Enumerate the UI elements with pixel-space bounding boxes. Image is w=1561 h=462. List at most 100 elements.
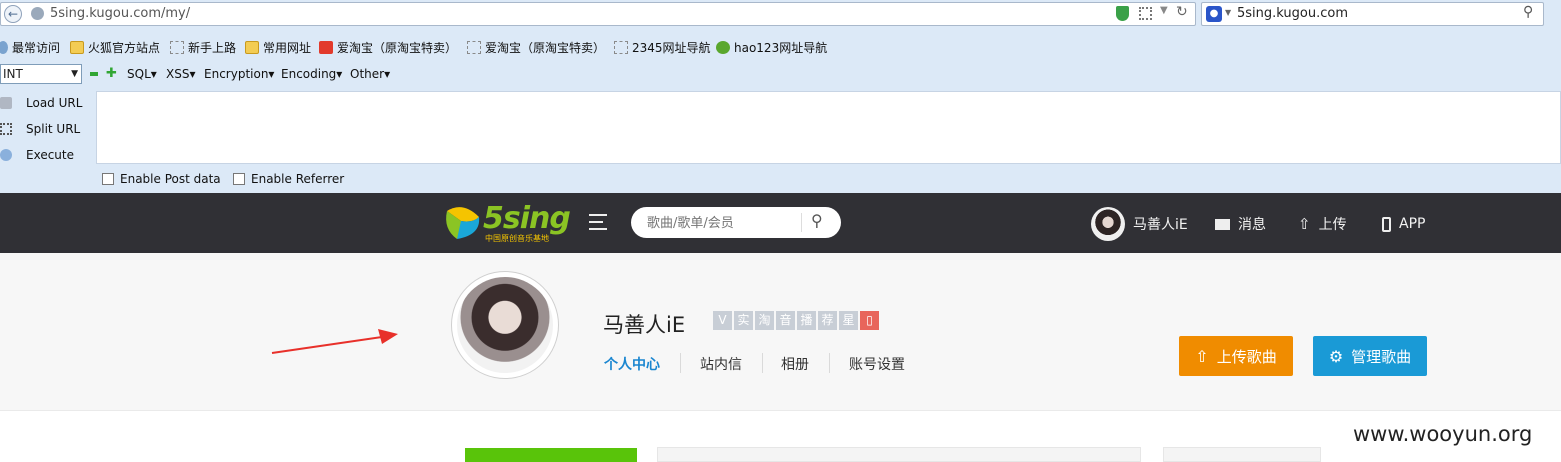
real-badge[interactable]: 实 <box>734 311 753 330</box>
upload-song-button[interactable]: ⇧ 上传歌曲 <box>1179 336 1293 376</box>
qrcode-icon[interactable] <box>1139 7 1152 20</box>
annotation-arrow <box>271 329 398 354</box>
manage-song-label: 管理歌曲 <box>1351 347 1412 366</box>
tab-divider <box>762 353 763 373</box>
bookmark-most-visited[interactable]: 最常访问 <box>0 38 60 56</box>
referrer-label: Enable Referrer <box>251 172 345 186</box>
post-data-checkbox[interactable]: Enable Post data <box>102 172 221 186</box>
taobao-badge[interactable]: 淘 <box>755 311 774 330</box>
mobile-badge[interactable]: ▯ <box>860 311 879 330</box>
site-search-box[interactable]: ⚲ <box>631 207 841 238</box>
search-icon[interactable]: ⚲ <box>1523 4 1533 20</box>
back-icon[interactable]: ← <box>4 5 22 23</box>
manage-song-button[interactable]: ⚙ 管理歌曲 <box>1313 336 1427 376</box>
bookmark-hao123[interactable]: hao123网址导航 <box>716 38 827 56</box>
vip-badge[interactable]: V <box>713 311 732 330</box>
profile-avatar[interactable] <box>452 272 558 378</box>
profile-name: 马善人iE <box>603 313 686 337</box>
page-icon <box>614 40 628 54</box>
bookmark-label: 2345网址导航 <box>632 40 711 55</box>
bookmark-label: 火狐官方站点 <box>88 40 161 55</box>
plus-icon[interactable]: ✚ <box>106 66 117 81</box>
upload-icon: ⇧ <box>1298 215 1311 233</box>
select-value: INT <box>3 67 23 81</box>
side-panel <box>1163 447 1321 462</box>
music-badge[interactable]: 音 <box>776 311 795 330</box>
hao123-icon <box>716 40 730 54</box>
bookmark-common[interactable]: 常用网址 <box>245 38 311 56</box>
avatar[interactable] <box>1091 207 1125 241</box>
bookmark-label: hao123网址导航 <box>734 40 828 55</box>
gear-icon <box>0 40 8 54</box>
search-icon[interactable]: ⚲ <box>811 211 823 230</box>
bookmark-label: 爱淘宝（原淘宝特卖） <box>485 40 606 55</box>
phone-icon <box>1382 216 1391 232</box>
site-search-input[interactable] <box>647 213 797 233</box>
bookmark-label: 最常访问 <box>12 40 61 55</box>
hackbar-select[interactable]: INT ▼ <box>0 64 82 84</box>
engine-dropdown-icon[interactable]: ▼ <box>1225 8 1231 17</box>
bookmark-aitaobao-1[interactable]: 爱淘宝（原淘宝特卖） <box>319 38 457 56</box>
menu-sql[interactable]: SQL▾ <box>127 67 157 81</box>
bookmark-firefox[interactable]: 火狐官方站点 <box>70 38 160 56</box>
hackbar-url-textarea[interactable] <box>96 91 1561 164</box>
url-text[interactable]: 5sing.kugou.com/my/ <box>50 6 190 21</box>
tab-album[interactable]: 相册 <box>781 354 809 374</box>
menu-xss[interactable]: XSS▾ <box>166 67 195 81</box>
chevron-down-icon: ▼ <box>71 69 78 79</box>
tab-personal-center[interactable]: 个人中心 <box>604 354 660 374</box>
upload-icon: ⇧ <box>1195 346 1209 366</box>
minus-icon[interactable] <box>90 72 98 76</box>
reload-icon[interactable]: ↻ <box>1176 4 1188 20</box>
nav-user-name: 马善人iE <box>1133 217 1188 233</box>
nav-user[interactable]: 马善人iE <box>1091 207 1188 241</box>
logo-leaf-icon <box>446 207 480 239</box>
bookmark-2345[interactable]: 2345网址导航 <box>614 38 711 56</box>
split-url-button[interactable]: Split URL <box>0 119 80 139</box>
nav-upload[interactable]: ⇧ 上传 <box>1298 215 1347 233</box>
nav-message-label: 消息 <box>1238 217 1266 233</box>
referrer-checkbox[interactable]: Enable Referrer <box>233 172 344 186</box>
watermark: www.wooyun.org <box>1353 422 1533 446</box>
envelope-icon <box>1215 218 1230 230</box>
logo-text: 5sing <box>483 201 571 236</box>
bookmark-label: 新手上路 <box>188 40 237 55</box>
play-icon <box>0 149 12 161</box>
upload-song-label: 上传歌曲 <box>1216 347 1277 366</box>
bookmark-label: 常用网址 <box>263 40 312 55</box>
content-panel <box>657 447 1141 462</box>
bookmark-aitaobao-2[interactable]: 爱淘宝（原淘宝特卖） <box>467 38 605 56</box>
nav-app[interactable]: APP <box>1382 215 1425 233</box>
recommend-badge[interactable]: 荐 <box>818 311 837 330</box>
load-url-button[interactable]: Load URL <box>0 93 82 113</box>
nav-message[interactable]: 消息 <box>1215 215 1266 233</box>
load-url-label: Load URL <box>26 96 83 110</box>
menu-encoding[interactable]: Encoding▾ <box>281 67 342 81</box>
execute-button[interactable]: Execute <box>0 145 74 165</box>
menu-encryption[interactable]: Encryption▾ <box>204 67 274 81</box>
broadcast-badge[interactable]: 播 <box>797 311 816 330</box>
checkbox-box[interactable] <box>102 173 114 185</box>
star-badge[interactable]: 星 <box>839 311 858 330</box>
search-engine-text[interactable]: 5sing.kugou.com <box>1237 6 1348 21</box>
page-icon <box>170 40 184 54</box>
checkbox-box[interactable] <box>233 173 245 185</box>
bookmark-newbie[interactable]: 新手上路 <box>170 38 236 56</box>
tab-account-settings[interactable]: 账号设置 <box>849 354 905 374</box>
taobao-icon <box>319 40 333 54</box>
post-data-label: Enable Post data <box>120 172 221 186</box>
dropdown-icon[interactable]: ▼ <box>1160 5 1168 16</box>
menu-icon[interactable] <box>589 214 607 230</box>
menu-other[interactable]: Other▾ <box>350 67 390 81</box>
globe-icon <box>31 7 44 20</box>
url-bar[interactable]: ← 5sing.kugou.com/my/ ▼ ↻ <box>0 2 1196 26</box>
avatar-photo <box>457 277 553 373</box>
split-icon <box>0 123 12 135</box>
site-logo[interactable]: 5sing 中国原创音乐基地 <box>443 201 573 245</box>
profile-header <box>0 253 1561 411</box>
green-tab[interactable] <box>465 448 637 462</box>
paw-icon: ● <box>1206 6 1222 22</box>
tab-messages[interactable]: 站内信 <box>700 354 742 374</box>
gear-icon: ⚙ <box>1328 346 1344 366</box>
search-bar[interactable]: ● ▼ 5sing.kugou.com ⚲ <box>1201 2 1544 26</box>
